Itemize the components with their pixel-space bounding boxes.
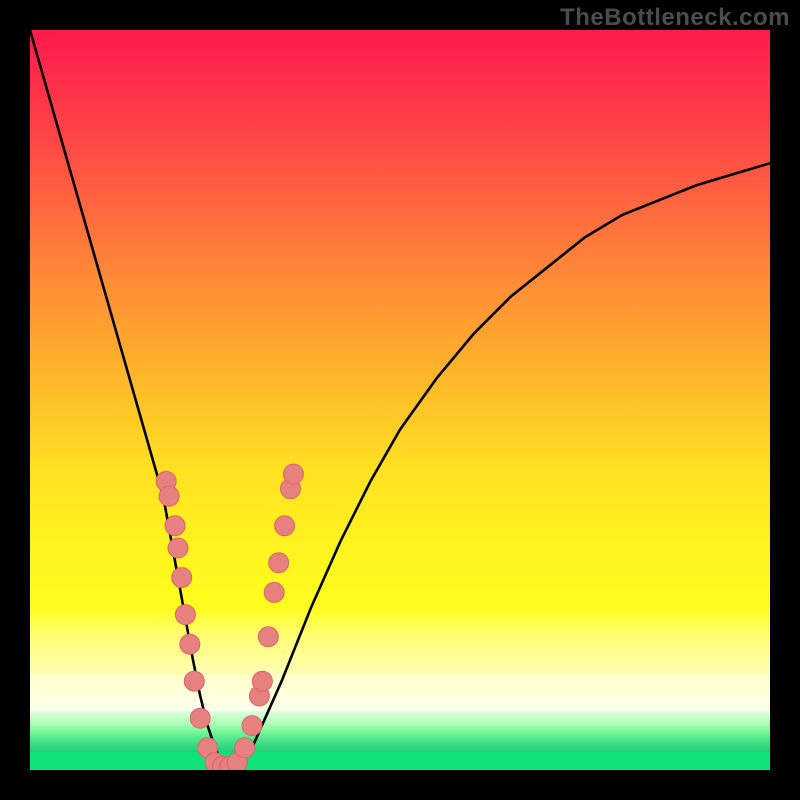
data-marker (159, 486, 179, 506)
data-marker (275, 516, 295, 536)
data-marker (180, 634, 200, 654)
data-marker (190, 708, 210, 728)
chart-frame: TheBottleneck.com (0, 0, 800, 800)
data-marker (172, 568, 192, 588)
data-marker (264, 582, 284, 602)
data-marker (242, 716, 262, 736)
data-marker (258, 627, 278, 647)
plot-area (30, 30, 770, 770)
watermark-text: TheBottleneck.com (560, 4, 790, 32)
data-marker (165, 516, 185, 536)
data-marker (235, 738, 255, 758)
data-marker (184, 671, 204, 691)
curve-markers (30, 30, 770, 770)
data-marker (175, 605, 195, 625)
data-marker (252, 671, 272, 691)
data-marker (269, 553, 289, 573)
data-marker (283, 464, 303, 484)
data-marker (168, 538, 188, 558)
